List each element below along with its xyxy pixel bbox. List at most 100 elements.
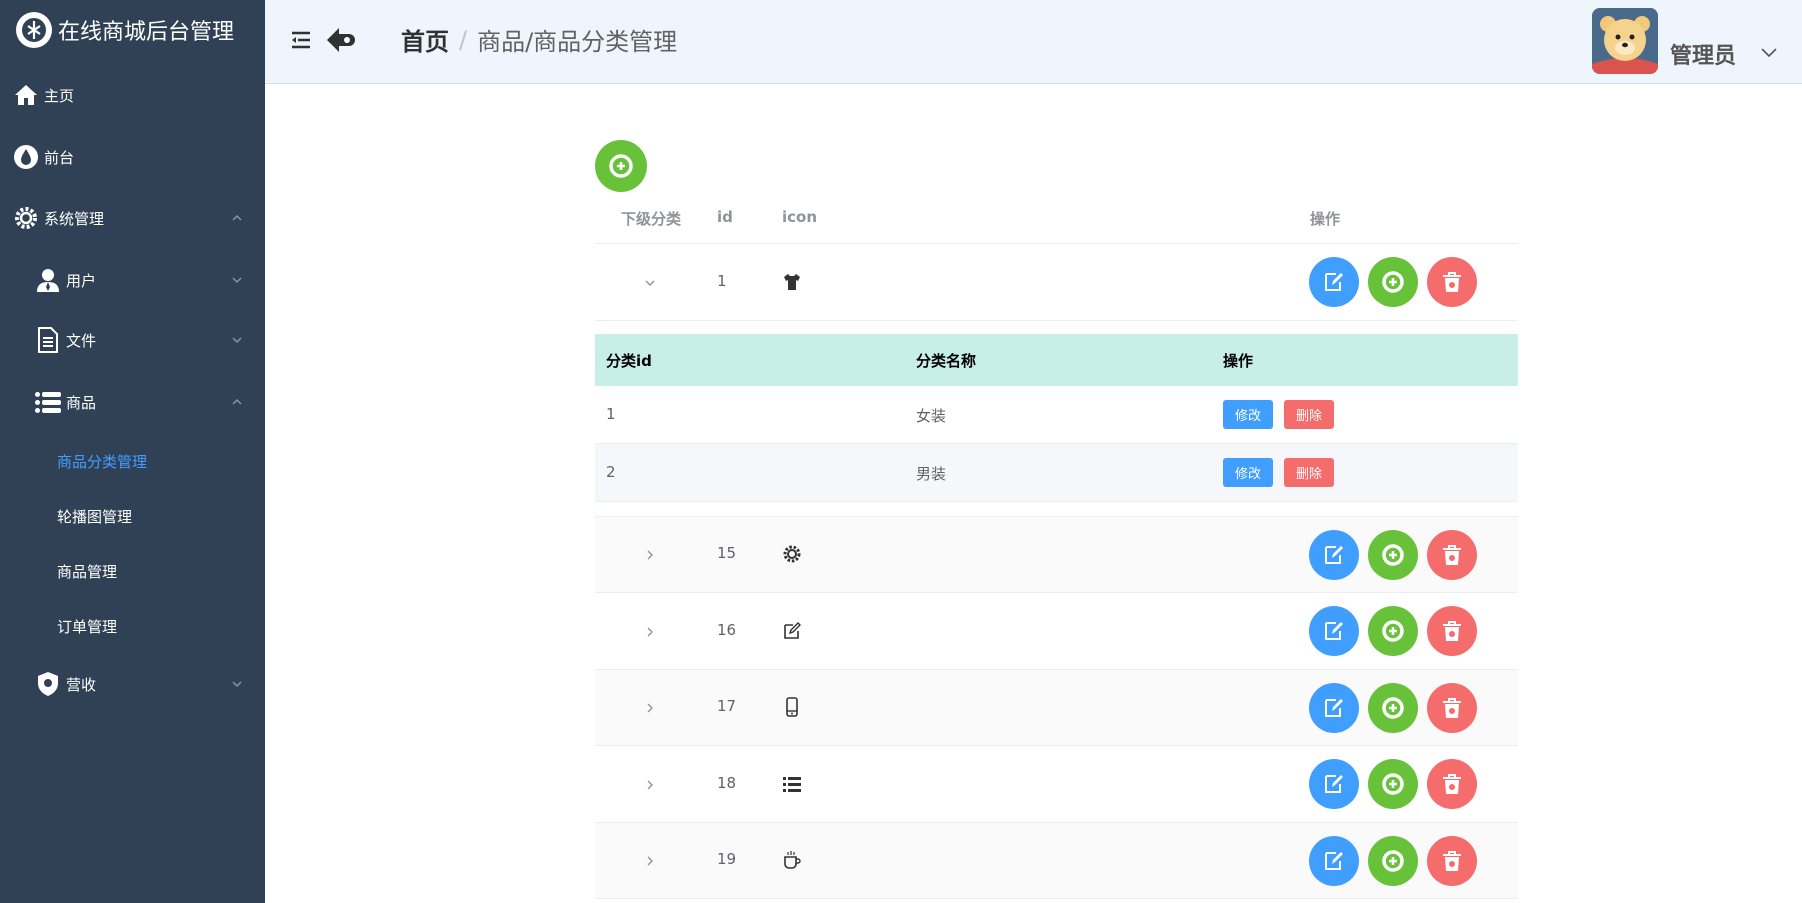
edit-icon bbox=[1325, 852, 1343, 870]
edit-icon bbox=[1325, 775, 1343, 793]
edit-button[interactable] bbox=[1309, 759, 1359, 809]
chevron-right-icon[interactable] bbox=[643, 625, 657, 639]
cup-icon bbox=[784, 851, 801, 869]
trash-icon bbox=[1443, 774, 1461, 794]
edit-button[interactable] bbox=[1309, 683, 1359, 733]
trash-icon bbox=[1443, 545, 1461, 565]
col-header-icon: icon bbox=[782, 208, 818, 226]
avatar[interactable] bbox=[1592, 8, 1658, 74]
edit-button[interactable] bbox=[1309, 606, 1359, 656]
chevron-right-icon[interactable] bbox=[643, 548, 657, 562]
chevron-right-icon[interactable] bbox=[643, 854, 657, 868]
sub-delete-button[interactable]: 删除 bbox=[1284, 400, 1335, 429]
add-child-button[interactable] bbox=[1368, 530, 1418, 580]
add-icon bbox=[1382, 773, 1404, 795]
sidebar-item-label: 营收 bbox=[66, 675, 97, 694]
row-id: 18 bbox=[717, 774, 737, 792]
sidebar-item-goods[interactable]: 商品 bbox=[0, 384, 265, 420]
trash-icon bbox=[1443, 851, 1461, 871]
add-child-button[interactable] bbox=[1368, 606, 1418, 656]
home-icon bbox=[12, 81, 40, 109]
add-child-button[interactable] bbox=[1368, 257, 1418, 307]
gear-icon bbox=[12, 204, 40, 232]
sidebar-sub-category[interactable]: 商品分类管理 bbox=[57, 451, 147, 472]
table-row: 18 bbox=[595, 746, 1518, 823]
add-icon bbox=[1382, 697, 1404, 719]
add-child-button[interactable] bbox=[1368, 683, 1418, 733]
add-icon bbox=[609, 154, 633, 178]
chevron-down-icon[interactable] bbox=[643, 276, 657, 290]
sub-col-header-id: 分类id bbox=[606, 352, 652, 370]
delete-button[interactable] bbox=[1427, 257, 1477, 307]
user-icon bbox=[34, 266, 62, 294]
brand[interactable]: 在线商城后台管理 bbox=[0, 0, 265, 60]
chevron-right-icon[interactable] bbox=[643, 701, 657, 715]
sidebar-item-home[interactable]: 主页 bbox=[0, 78, 265, 112]
delete-button[interactable] bbox=[1427, 759, 1477, 809]
subtable-header: 分类id 分类名称 操作 bbox=[595, 334, 1518, 386]
table-row: 16 bbox=[595, 593, 1518, 670]
edit-button[interactable] bbox=[1309, 257, 1359, 307]
subtable-row: 1 女装 修改 删除 bbox=[595, 386, 1518, 444]
delete-button[interactable] bbox=[1427, 683, 1477, 733]
sidebar-item-system[interactable]: 系统管理 bbox=[0, 200, 265, 236]
delete-button[interactable] bbox=[1427, 530, 1477, 580]
add-icon bbox=[1382, 544, 1404, 566]
top-header: 首页 / 商品/商品分类管理 管理员 bbox=[265, 0, 1802, 84]
table-row: 15 bbox=[595, 517, 1518, 593]
menu-fold-icon[interactable] bbox=[289, 28, 313, 52]
add-icon bbox=[1382, 271, 1404, 293]
sidebar-item-label: 前台 bbox=[44, 148, 75, 167]
back-icon[interactable] bbox=[325, 26, 357, 54]
chevron-right-icon[interactable] bbox=[643, 778, 657, 792]
subtable-row: 2 男装 修改 删除 bbox=[595, 444, 1518, 502]
sidebar-item-label: 系统管理 bbox=[44, 209, 105, 228]
edit-icon bbox=[784, 622, 801, 639]
drop-icon bbox=[12, 143, 40, 171]
sub-edit-button[interactable]: 修改 bbox=[1223, 400, 1274, 429]
col-header-actions: 操作 bbox=[1310, 210, 1341, 228]
col-header-expand: 下级分类 bbox=[621, 210, 682, 228]
edit-button[interactable] bbox=[1309, 530, 1359, 580]
sidebar-sub-carousel[interactable]: 轮播图管理 bbox=[57, 506, 132, 527]
add-category-button[interactable] bbox=[595, 140, 647, 192]
sidebar-item-users[interactable]: 用户 bbox=[0, 262, 265, 298]
logo-icon bbox=[16, 12, 52, 48]
sub-row-name: 男装 bbox=[916, 465, 947, 483]
row-id: 16 bbox=[717, 621, 737, 639]
edit-icon bbox=[1325, 546, 1343, 564]
sidebar-item-files[interactable]: 文件 bbox=[0, 322, 265, 358]
add-child-button[interactable] bbox=[1368, 836, 1418, 886]
sidebar-item-frontend[interactable]: 前台 bbox=[0, 140, 265, 174]
edit-icon bbox=[1325, 699, 1343, 717]
chevron-down-icon bbox=[232, 277, 242, 283]
table-row: 17 bbox=[595, 670, 1518, 746]
add-child-button[interactable] bbox=[1368, 759, 1418, 809]
app-title: 在线商城后台管理 bbox=[58, 20, 235, 45]
chevron-down-icon bbox=[232, 681, 242, 687]
trash-icon bbox=[1443, 621, 1461, 641]
table-row: 1 bbox=[595, 244, 1518, 321]
phone-icon bbox=[786, 697, 798, 717]
breadcrumb-home[interactable]: 首页 bbox=[401, 22, 449, 57]
add-icon bbox=[1382, 850, 1404, 872]
chevron-down-icon[interactable] bbox=[1760, 46, 1778, 58]
edit-icon bbox=[1325, 622, 1343, 640]
sidebar-sub-goods[interactable]: 商品管理 bbox=[57, 561, 117, 582]
breadcrumb-separator: / bbox=[459, 25, 468, 54]
delete-button[interactable] bbox=[1427, 836, 1477, 886]
sub-edit-button[interactable]: 修改 bbox=[1223, 458, 1274, 487]
sub-delete-button[interactable]: 删除 bbox=[1284, 458, 1335, 487]
sidebar-item-label: 文件 bbox=[66, 331, 97, 350]
sidebar-sub-orders[interactable]: 订单管理 bbox=[57, 616, 117, 637]
shield-icon bbox=[34, 670, 62, 698]
sub-row-id: 1 bbox=[606, 405, 616, 423]
breadcrumb: 首页 / 商品/商品分类管理 bbox=[401, 22, 677, 57]
delete-button[interactable] bbox=[1427, 606, 1477, 656]
edit-button[interactable] bbox=[1309, 836, 1359, 886]
row-id: 15 bbox=[717, 544, 737, 562]
document-icon bbox=[34, 326, 62, 354]
trash-icon bbox=[1443, 698, 1461, 718]
sidebar-item-revenue[interactable]: 营收 bbox=[0, 666, 265, 702]
user-name[interactable]: 管理员 bbox=[1670, 38, 1736, 70]
